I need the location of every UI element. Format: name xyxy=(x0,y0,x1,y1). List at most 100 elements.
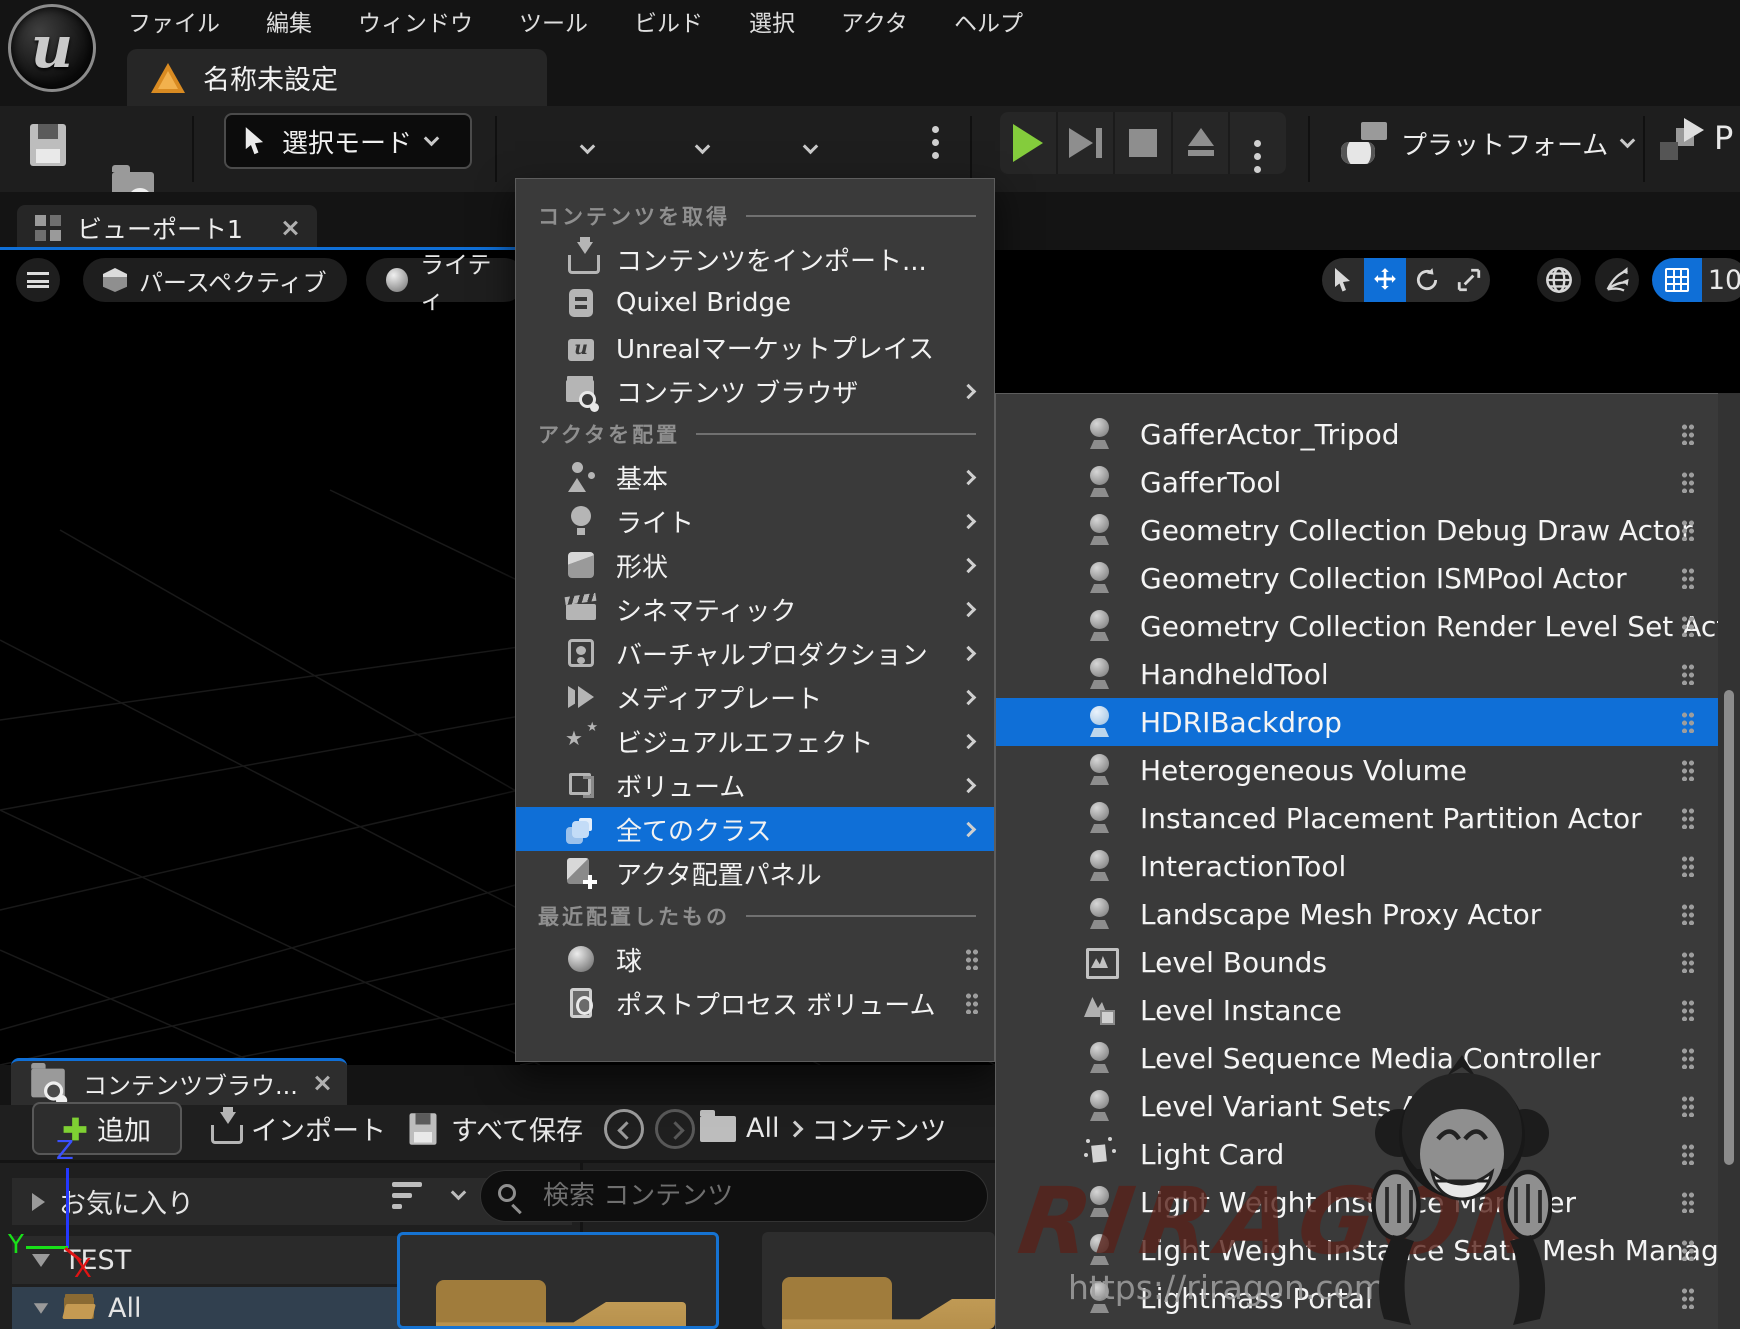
breadcrumb-root[interactable]: All xyxy=(746,1113,779,1144)
play-button[interactable] xyxy=(1000,112,1058,174)
drag-grip-icon[interactable] xyxy=(1681,1047,1694,1069)
drag-grip-icon[interactable] xyxy=(1681,711,1694,733)
actor-class-item[interactable]: InteractionTool xyxy=(996,842,1740,890)
move-tool-button[interactable] xyxy=(1364,258,1406,302)
menu-item[interactable]: アクタ配置パネル xyxy=(516,851,994,895)
actor-class-item[interactable]: Geometry Collection Render Level Set Act… xyxy=(996,602,1740,650)
drag-grip-icon[interactable] xyxy=(1681,807,1694,829)
menubar-item[interactable]: 選択 xyxy=(749,4,795,38)
expanded-arrow-icon[interactable] xyxy=(34,1303,48,1313)
unreal-logo[interactable] xyxy=(8,4,96,92)
actor-class-item[interactable]: Landscape Mesh Proxy Actor xyxy=(996,890,1740,938)
actor-class-item[interactable]: GafferTool xyxy=(996,458,1740,506)
menubar-item[interactable]: ツール xyxy=(519,4,588,38)
menubar-item[interactable]: ビルド xyxy=(634,4,703,38)
actor-class-item[interactable]: Level Instance xyxy=(996,986,1740,1034)
select-tool-button[interactable] xyxy=(1322,258,1364,302)
scale-tool-button[interactable] xyxy=(1448,258,1490,302)
menubar-item[interactable]: ウィンドウ xyxy=(358,4,473,38)
drag-grip-icon[interactable] xyxy=(1681,1287,1694,1309)
actor-class-item[interactable]: GafferActor_Tripod xyxy=(996,410,1740,458)
actor-class-item[interactable]: Level Sequence Media Controller xyxy=(996,1034,1740,1082)
drag-grip-icon[interactable] xyxy=(1681,471,1694,493)
stop-button[interactable] xyxy=(1115,112,1173,174)
search-input[interactable] xyxy=(480,1170,988,1222)
drag-grip-icon[interactable] xyxy=(1681,423,1694,445)
actor-class-item[interactable]: Geometry Collection Debug Draw Actor xyxy=(996,506,1740,554)
drag-grip-icon[interactable] xyxy=(1681,903,1694,925)
drag-grip-icon[interactable] xyxy=(1681,615,1694,637)
actor-class-item[interactable]: Geometry Collection ISMPool Actor xyxy=(996,554,1740,602)
menu-item[interactable]: Quixel Bridge xyxy=(516,281,994,325)
menu-item[interactable]: コンテンツ ブラウザ xyxy=(516,369,994,413)
grid-snap-size[interactable]: 10 xyxy=(1702,258,1740,302)
menu-item[interactable]: 基本 xyxy=(516,455,994,499)
menu-item[interactable]: コンテンツをインポート... xyxy=(516,237,994,281)
breadcrumb-current[interactable]: コンテンツ xyxy=(811,1109,946,1148)
snap-settings-button[interactable] xyxy=(1595,258,1639,302)
drag-grip-icon[interactable] xyxy=(1681,999,1694,1021)
menubar-item[interactable]: ファイル xyxy=(128,4,220,38)
menubar-item[interactable]: ヘルプ xyxy=(954,4,1023,38)
toolbar-overflow-icon[interactable] xyxy=(932,126,940,133)
save-level-icon[interactable] xyxy=(30,124,66,166)
play-options-button[interactable] xyxy=(1230,112,1286,174)
drag-grip-icon[interactable] xyxy=(1681,567,1694,589)
drag-grip-icon[interactable] xyxy=(1681,663,1694,685)
drag-grip-icon[interactable] xyxy=(1681,951,1694,973)
close-icon[interactable] xyxy=(281,219,299,237)
actor-class-item[interactable]: HDRIBackdrop xyxy=(996,698,1740,746)
drag-grip-icon[interactable] xyxy=(965,992,978,1014)
drag-grip-icon[interactable] xyxy=(1681,759,1694,781)
eject-button[interactable] xyxy=(1173,112,1231,174)
nav-back-button[interactable] xyxy=(604,1102,644,1155)
drag-grip-icon[interactable] xyxy=(1681,519,1694,541)
viewport-options-button[interactable] xyxy=(16,258,60,302)
menu-item[interactable]: メディアプレート xyxy=(516,675,994,719)
content-browser-tab[interactable]: コンテンツブラウ... xyxy=(11,1058,347,1105)
viewport-tab[interactable]: ビューポート1 xyxy=(17,205,317,250)
folder-tile-selected[interactable] xyxy=(397,1232,719,1329)
world-space-button[interactable] xyxy=(1537,258,1581,302)
submenu-scrollbar-thumb[interactable] xyxy=(1724,690,1734,1165)
menu-item[interactable]: ボリューム xyxy=(516,763,994,807)
save-all-button[interactable]: すべて保存 xyxy=(405,1102,583,1155)
platform-dropdown[interactable]: プラットフォーム xyxy=(1341,112,1633,174)
close-icon[interactable] xyxy=(313,1074,331,1092)
menu-item[interactable]: ビジュアルエフェクト xyxy=(516,719,994,763)
view-mode-dropdown[interactable]: ライティ xyxy=(366,258,526,302)
menu-item[interactable]: ライト xyxy=(516,499,994,543)
menu-item[interactable]: 全てのクラス xyxy=(516,807,994,851)
filter-button[interactable] xyxy=(392,1182,464,1222)
drag-grip-icon[interactable] xyxy=(1681,1095,1694,1117)
drag-grip-icon[interactable] xyxy=(1681,1239,1694,1261)
actor-class-item[interactable]: HandheldTool xyxy=(996,650,1740,698)
perspective-dropdown[interactable]: パースペクティブ xyxy=(83,258,347,302)
folder-tile[interactable] xyxy=(762,1232,995,1329)
actor-class-item[interactable]: Level Bounds xyxy=(996,938,1740,986)
select-mode-dropdown[interactable]: 選択モード xyxy=(224,113,472,169)
frame-skip-button[interactable] xyxy=(1058,112,1116,174)
menu-item[interactable]: シネマティック xyxy=(516,587,994,631)
menubar-item[interactable]: アクタ xyxy=(841,4,908,38)
drag-grip-icon[interactable] xyxy=(1681,1143,1694,1165)
drag-grip-icon[interactable] xyxy=(1681,855,1694,877)
drag-grip-icon[interactable] xyxy=(1681,1191,1694,1213)
grid-snap-toggle[interactable] xyxy=(1652,258,1702,302)
menu-item[interactable]: Unrealマーケットプレイス xyxy=(516,325,994,369)
rotate-tool-button[interactable] xyxy=(1406,258,1448,302)
actor-class-item[interactable]: Heterogeneous Volume xyxy=(996,746,1740,794)
menu-item[interactable]: 形状 xyxy=(516,543,994,587)
menubar-item[interactable]: 編集 xyxy=(266,4,312,38)
level-tab[interactable]: 名称未設定 xyxy=(127,49,547,106)
menu-item[interactable]: ポストプロセス ボリューム xyxy=(516,981,994,1025)
import-button[interactable]: インポート xyxy=(207,1102,386,1155)
actor-class-item[interactable]: Instanced Placement Partition Actor xyxy=(996,794,1740,842)
nav-forward-button[interactable] xyxy=(655,1102,695,1155)
launch-button[interactable]: P xyxy=(1660,116,1733,160)
import-icon xyxy=(207,1112,241,1146)
menu-item[interactable]: 球 xyxy=(516,937,994,981)
menu-item[interactable]: バーチャルプロダクション xyxy=(516,631,994,675)
actor-class-item[interactable]: Level Variant Sets Actor xyxy=(996,1082,1740,1130)
drag-grip-icon[interactable] xyxy=(965,948,978,970)
